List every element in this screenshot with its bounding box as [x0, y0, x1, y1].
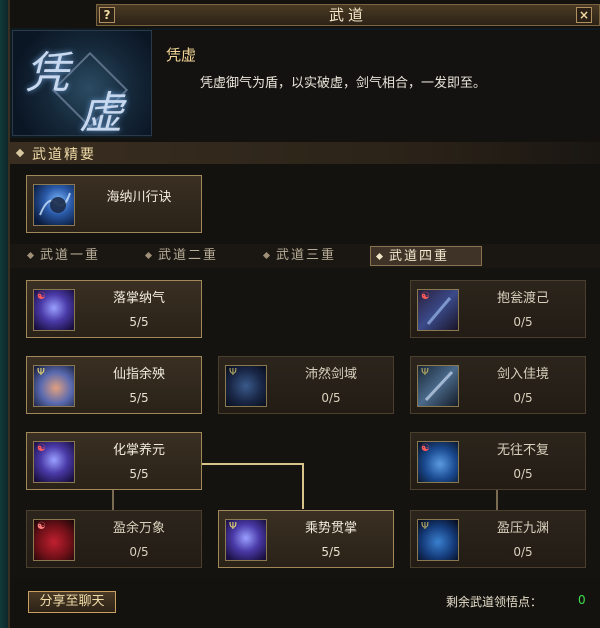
tab-label: 武道四重 — [389, 249, 450, 264]
skill-art-emblem: 凭 虚 — [12, 30, 152, 136]
blue-figure-icon — [33, 184, 75, 226]
skill-name: 盈压九渊 — [496, 521, 549, 536]
palm-figure-icon: ☯ — [33, 441, 75, 483]
tab-label: 武道三重 — [276, 248, 337, 263]
skill-name: 凭虚 — [166, 46, 197, 64]
tab-tier-4[interactable]: 武道四重 — [370, 246, 482, 266]
skill-name: 剑入佳境 — [496, 367, 549, 382]
blue-spirit-icon: Ψ — [417, 519, 459, 561]
taiji-icon: ☯ — [37, 291, 46, 302]
skill-level: 0/5 — [513, 391, 533, 405]
skill-description: 凭虚御气为盾，以实破虚，剑气相合，一发即至。 — [200, 76, 487, 91]
tree-connector — [112, 490, 114, 510]
tab-label: 武道一重 — [40, 248, 101, 263]
blue-spirit-icon: ☯ — [417, 441, 459, 483]
skill-card[interactable]: ☯ 化掌养元 5/5 — [26, 432, 202, 490]
skill-card[interactable]: ☯ 落掌纳气 5/5 — [26, 280, 202, 338]
emblem-glyph: 凭 — [25, 48, 69, 99]
red-aura-icon: ☯ — [33, 519, 75, 561]
diamond-bullet-icon — [375, 252, 384, 261]
skill-name: 化掌养元 — [112, 443, 165, 458]
skill-name: 盈余万象 — [112, 521, 165, 536]
tab-tier-3[interactable]: 武道三重 — [258, 246, 358, 266]
tree-connector — [202, 463, 304, 465]
sword-field-icon: Ψ — [225, 365, 267, 407]
taiji-icon: ☯ — [37, 521, 46, 532]
sword-icon: ☯ — [417, 289, 459, 331]
sword-icon: Ψ — [417, 365, 459, 407]
remaining-points-value: 0 — [578, 593, 586, 607]
finger-icon: Ψ — [33, 365, 75, 407]
help-button[interactable]: ? — [99, 7, 115, 23]
skill-card[interactable]: Ψ 沛然剑域 0/5 — [218, 356, 394, 414]
trident-icon: Ψ — [229, 521, 237, 532]
diamond-bullet-icon — [144, 251, 153, 260]
section-header — [10, 142, 600, 164]
skill-level: 0/5 — [513, 467, 533, 481]
tree-connector — [496, 490, 498, 510]
skill-card[interactable]: ☯ 无往不复 0/5 — [410, 432, 586, 490]
diamond-bullet-icon — [262, 251, 271, 260]
skill-level: 5/5 — [129, 467, 149, 481]
skill-level: 0/5 — [321, 391, 341, 405]
skill-card[interactable]: ☯ 盈余万象 0/5 — [26, 510, 202, 568]
skill-name: 抱瓮渡己 — [496, 291, 549, 306]
skill-card[interactable]: Ψ 剑入佳境 0/5 — [410, 356, 586, 414]
taiji-icon: ☯ — [421, 443, 430, 454]
trident-icon: Ψ — [229, 367, 237, 378]
essential-skill-card[interactable]: 海纳川行诀 — [26, 175, 202, 233]
skill-name: 乘势贯掌 — [304, 521, 357, 536]
trident-icon: Ψ — [421, 521, 429, 532]
remaining-points-label: 剩余武道领悟点： — [446, 595, 543, 609]
trident-icon: Ψ — [37, 367, 45, 378]
skill-card[interactable]: ☯ 抱瓮渡己 0/5 — [410, 280, 586, 338]
skill-level: 0/5 — [513, 545, 533, 559]
tab-tier-1[interactable]: 武道一重 — [22, 246, 122, 266]
skill-card[interactable]: Ψ 盈压九渊 0/5 — [410, 510, 586, 568]
skill-name: 仙指余殃 — [112, 367, 165, 382]
window-title: 武道 — [328, 6, 367, 24]
skill-name: 无往不复 — [496, 443, 549, 458]
skill-name: 沛然剑域 — [304, 367, 357, 382]
tree-connector — [302, 463, 304, 509]
skill-level: 0/5 — [513, 315, 533, 329]
diamond-bullet-icon — [26, 251, 35, 260]
skill-level: 5/5 — [129, 391, 149, 405]
close-button[interactable]: × — [576, 7, 592, 23]
palm-figure-icon: Ψ — [225, 519, 267, 561]
skill-level: 5/5 — [321, 545, 341, 559]
emblem-glyph: 虚 — [79, 88, 123, 136]
tab-label: 武道二重 — [158, 248, 219, 263]
skill-card[interactable]: Ψ 乘势贯掌 5/5 — [218, 510, 394, 568]
section-title: 武道精要 — [32, 147, 96, 163]
palm-figure-icon: ☯ — [33, 289, 75, 331]
skill-level: 0/5 — [129, 545, 149, 559]
essential-skill-name: 海纳川行诀 — [106, 190, 172, 205]
skill-level: 5/5 — [129, 315, 149, 329]
tab-tier-2[interactable]: 武道二重 — [140, 246, 240, 266]
share-to-chat-button[interactable]: 分享至聊天 — [28, 591, 116, 613]
taiji-icon: ☯ — [37, 443, 46, 454]
skill-card[interactable]: Ψ 仙指余殃 5/5 — [26, 356, 202, 414]
skill-name: 落掌纳气 — [112, 291, 165, 306]
